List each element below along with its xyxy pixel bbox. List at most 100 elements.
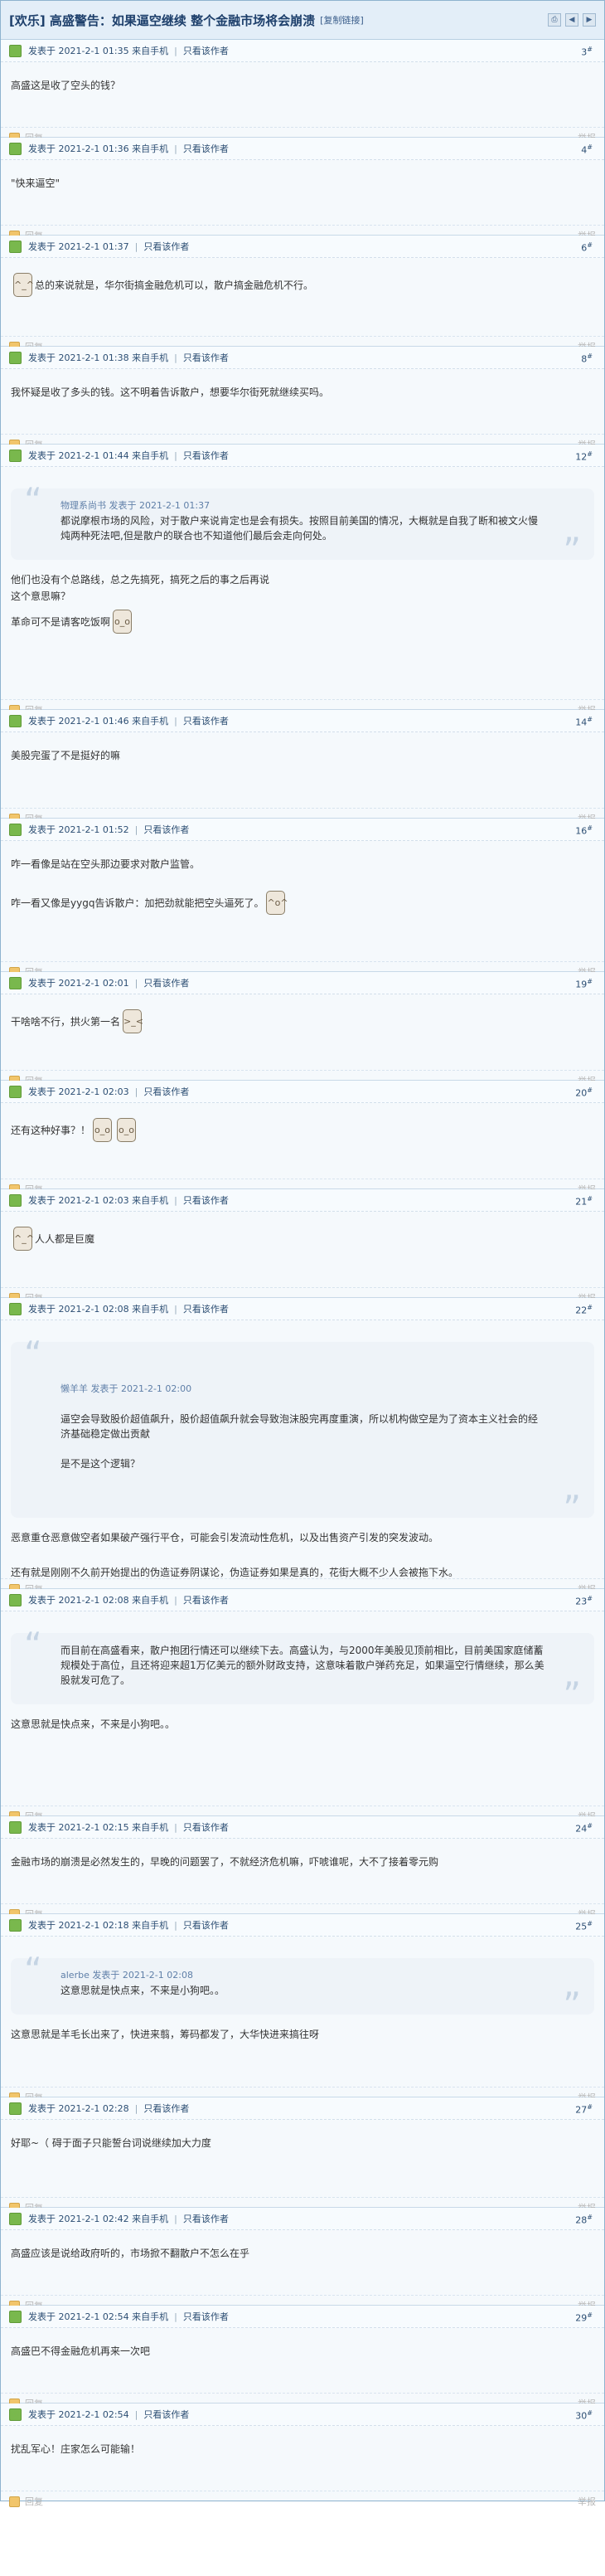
only-author-link[interactable]: 只看该作者 — [183, 1302, 229, 1315]
post-text: 扰乱军心！庄家怎么可能输！ — [11, 2443, 141, 2455]
user-icon — [9, 1918, 22, 1932]
post: 发表于 2021-2-1 01:35 来自手机 | 只看该作者 3# 高盛这是收… — [1, 40, 604, 143]
only-author-link[interactable]: 只看该作者 — [183, 2212, 229, 2225]
floor-number: 20# — [575, 1086, 593, 1099]
post-header: 发表于 2021-2-1 02:54 来自手机 | 只看该作者 29# — [1, 2306, 604, 2328]
post-text: 好耶~（ 碍于面子只能誓台词说继续加大力度 — [11, 2137, 211, 2149]
floor-number: 3# — [581, 46, 593, 58]
post-body: 金融市场的崩溃是必然发生的，早晚的问题罢了，不就经济危机嘛，吓唬谁呢，大不了接着… — [1, 1839, 604, 1903]
post: 发表于 2021-2-1 02:54 | 只看该作者 30# 扰乱军心！庄家怎么… — [1, 2403, 604, 2507]
quote-source[interactable]: alerbe 发表于 2021-2-1 02:08 — [60, 1968, 544, 1983]
floor-number: 23# — [575, 1595, 593, 1607]
post-text: 这意思就是羊毛长出来了，快进来翦，筹码都发了，大华快进来搞往呀 — [11, 2029, 320, 2040]
post: 发表于 2021-2-1 02:54 来自手机 | 只看该作者 29# 高盛巴不… — [1, 2306, 604, 2409]
only-author-link[interactable]: 只看该作者 — [143, 1085, 189, 1098]
print-icon[interactable]: ⎙ — [548, 13, 561, 27]
post-header: 发表于 2021-2-1 02:15 来自手机 | 只看该作者 24# — [1, 1816, 604, 1839]
user-icon — [9, 351, 22, 364]
only-author-link[interactable]: 只看该作者 — [183, 44, 229, 57]
emoji-icon: ^_^ — [13, 1227, 34, 1251]
post-meta: 发表于 2021-2-1 01:38 来自手机 — [28, 352, 169, 363]
only-author-link[interactable]: 只看该作者 — [183, 449, 229, 462]
quote-source[interactable]: 懒羊羊 发表于 2021-2-1 02:00 — [60, 1382, 544, 1397]
quote-text: 都说摩根市场的风险，对于散户来说肯定也是会有损失。按照目前美国的情况，大概就是自… — [60, 515, 539, 542]
post-text: 金融市场的崩溃是必然发生的，早晚的问题罢了，不就经济危机嘛，吓唬谁呢，大不了接着… — [11, 1856, 439, 1868]
only-author-link[interactable]: 只看该作者 — [143, 976, 189, 989]
quote-source[interactable]: 物理系尚书 发表于 2021-2-1 01:37 — [60, 498, 544, 513]
post-meta: 发表于 2021-2-1 02:28 — [28, 2103, 129, 2114]
post-text: 恶意重仓恶意做空者如果破产强行平仓，可能会引发流动性危机，以及出售资产引发的突发… — [11, 1532, 439, 1543]
post: 发表于 2021-2-1 01:37 | 只看该作者 6# ^_^ 总的来说就是，… — [1, 236, 604, 352]
user-icon — [9, 1820, 22, 1834]
post-body: 好耶~（ 碍于面子只能誓台词说继续加大力度 — [1, 2120, 604, 2197]
post-body: “ 懒羊羊 发表于 2021-2-1 02:00 逼空会导致股价超值飙升，股价超… — [1, 1320, 604, 1578]
floor-number: 4# — [581, 143, 593, 156]
copy-link-button[interactable]: [复制链接] — [320, 13, 364, 27]
quote-close-icon: ” — [563, 530, 581, 571]
post: 发表于 2021-2-1 02:28 | 只看该作者 27# 好耶~（ 碍于面子… — [1, 2097, 604, 2214]
floor-number: 29# — [575, 2311, 593, 2324]
quote-text: 逼空会导致股价超值飙升，股价超值飙升就会导致泡沫股完再度重演，所以机构做空是为了… — [60, 1413, 539, 1470]
post: 发表于 2021-2-1 01:44 来自手机 | 只看该作者 12# “ 物理… — [1, 445, 604, 716]
post-meta: 发表于 2021-2-1 01:52 — [28, 824, 129, 835]
post-body: “ 而目前在高盛看来，散户抱团行情还可以继续下去。高盛认为，与2000年美股见顶… — [1, 1611, 604, 1806]
only-author-link[interactable]: 只看该作者 — [143, 2102, 189, 2115]
only-author-link[interactable]: 只看该作者 — [143, 240, 189, 253]
floor-number: 19# — [575, 978, 593, 990]
emoji-icon: o_o — [117, 1118, 137, 1142]
quote-text: 这意思就是快点来，不来是小狗吧。。 — [60, 1985, 225, 1996]
only-author-link[interactable]: 只看该作者 — [183, 2310, 229, 2323]
post-body: ^_^ 人人都是巨魔 — [1, 1212, 604, 1287]
post-body: ^_^ 总的来说就是，华尔街搞金融危机可以，散户搞金融危机不行。 — [1, 258, 604, 336]
only-author-link[interactable]: 只看该作者 — [183, 351, 229, 364]
post-body: 高盛巴不得金融危机再来一次吧 — [1, 2328, 604, 2393]
user-icon — [9, 2102, 22, 2115]
post: 发表于 2021-2-1 02:42 来自手机 | 只看该作者 28# 高盛应该… — [1, 2208, 604, 2311]
post-text: 高盛应该是说给政府听的，市场掀不翻散户不怎么在乎 — [11, 2248, 250, 2259]
post: 发表于 2021-2-1 01:52 | 只看该作者 16# 咋一看像是站在空头… — [1, 819, 604, 978]
floor-number: 28# — [575, 2214, 593, 2226]
user-icon — [9, 714, 22, 727]
post-body: 咋一看像是站在空头那边要求对散户监管。 咋一看又像是yygq告诉散户：加把劲就能… — [1, 841, 604, 961]
only-author-link[interactable]: 只看该作者 — [143, 2408, 189, 2421]
floor-number: 30# — [575, 2409, 593, 2422]
only-author-link[interactable]: 只看该作者 — [183, 1193, 229, 1207]
user-icon — [9, 2212, 22, 2225]
quote-open-icon: “ — [24, 1625, 42, 1665]
post-text: 这个意思嘛？ — [11, 591, 71, 602]
quote-close-icon: ” — [563, 1488, 581, 1529]
post-header: 发表于 2021-2-1 02:42 来自手机 | 只看该作者 28# — [1, 2208, 604, 2230]
post-header: 发表于 2021-2-1 01:46 来自手机 | 只看该作者 14# — [1, 710, 604, 732]
post-meta: 发表于 2021-2-1 02:01 — [28, 978, 129, 989]
post: 发表于 2021-2-1 02:08 来自手机 | 只看该作者 23# “ 而目… — [1, 1589, 604, 1822]
prev-icon[interactable]: ◀ — [565, 13, 578, 27]
post-meta: 发表于 2021-2-1 02:54 来自手机 — [28, 2311, 169, 2322]
header-icons: ⎙ ◀ ▶ — [548, 13, 596, 27]
post-text: 还有这种好事？！ — [11, 1124, 91, 1136]
only-author-link[interactable]: 只看该作者 — [143, 823, 189, 836]
report-button[interactable]: 举报 — [578, 2495, 596, 2508]
only-author-link[interactable]: 只看该作者 — [183, 1593, 229, 1606]
post-text: 咋一看像是站在空头那边要求对散户监管。 — [11, 858, 201, 870]
post-body: 我怀疑是收了多头的钱。这不明着告诉散户，想要华尔街死就继续买吗。 — [1, 369, 604, 434]
post-body: 扰乱军心！庄家怎么可能输！ — [1, 2426, 604, 2491]
post-header: 发表于 2021-2-1 02:01 | 只看该作者 19# — [1, 972, 604, 994]
post-text: 人人都是巨魔 — [35, 1232, 95, 1245]
post-header: 发表于 2021-2-1 01:44 来自手机 | 只看该作者 12# — [1, 445, 604, 467]
post-text: 高盛巴不得金融危机再来一次吧 — [11, 2345, 151, 2357]
post-text: "快来逼空" — [11, 177, 60, 189]
post-header: 发表于 2021-2-1 02:03 来自手机 | 只看该作者 21# — [1, 1189, 604, 1212]
only-author-link[interactable]: 只看该作者 — [183, 714, 229, 727]
only-author-link[interactable]: 只看该作者 — [183, 1820, 229, 1834]
user-icon — [9, 2310, 22, 2323]
only-author-link[interactable]: 只看该作者 — [183, 1918, 229, 1932]
post: 发表于 2021-2-1 01:46 来自手机 | 只看该作者 14# 美股完蛋… — [1, 710, 604, 824]
thread-header: [欢乐] 高盛警告：如果逼空继续 整个金融市场将会崩溃 [复制链接] ⎙ ◀ ▶ — [1, 1, 604, 40]
post: 发表于 2021-2-1 01:36 来自手机 | 只看该作者 4# "快来逼空… — [1, 138, 604, 241]
post-text: 他们也没有个总路线，总之先搞死，搞死之后的事之后再说 — [11, 574, 270, 586]
reply-button[interactable]: 回复 — [25, 2495, 43, 2508]
only-author-link[interactable]: 只看该作者 — [183, 142, 229, 155]
post-body: 高盛应该是说给政府听的，市场掀不翻散户不怎么在乎 — [1, 2230, 604, 2295]
next-icon[interactable]: ▶ — [583, 13, 596, 27]
post-meta: 发表于 2021-2-1 02:03 来自手机 — [28, 1195, 169, 1206]
